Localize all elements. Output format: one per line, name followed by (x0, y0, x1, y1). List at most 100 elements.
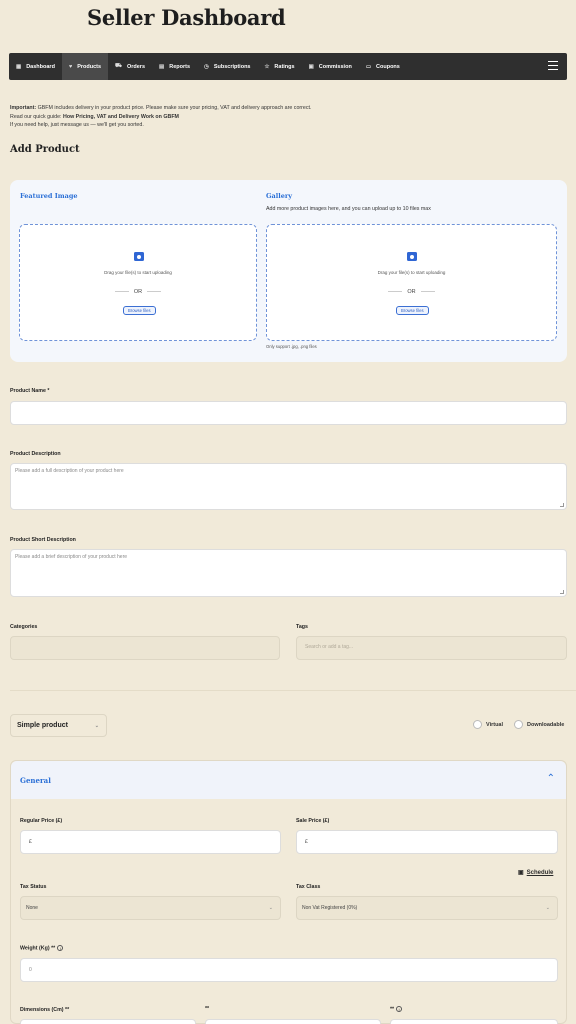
regular-price-value: £ (29, 839, 32, 845)
chevron-down-icon: ⌄ (268, 905, 273, 911)
featured-image-label: Featured Image (20, 192, 78, 200)
downloadable-label: Downloadable (527, 721, 565, 728)
schedule-label: Schedule (526, 870, 554, 876)
nav-item-products[interactable]: ♥ Products (61, 53, 109, 80)
info-icon[interactable]: i (396, 1006, 403, 1012)
tax-class-select[interactable]: Non Vat Registered (0%) ⌄ (296, 896, 558, 920)
virtual-checkbox[interactable]: Virtual (473, 720, 503, 729)
tax-status-value: None (26, 905, 38, 911)
virtual-checkbox-box[interactable] (473, 720, 482, 729)
notice-line-3: If you need help, just message us — we'l… (10, 122, 144, 128)
info-icon[interactable]: i (57, 945, 64, 951)
nav-item-label: Dashboard (26, 63, 55, 70)
guide-link[interactable]: How Pricing, VAT and Delivery Work on GB… (63, 114, 179, 120)
featured-image-dropzone[interactable]: Drag your file(s) to start uploading OR … (19, 224, 257, 341)
gallery-drag-text: Drag your file(s) to start uploading (377, 270, 446, 275)
tags-input[interactable]: Search or add a tag... (296, 636, 567, 660)
refresh-icon: ◷ (204, 63, 209, 70)
general-panel: General ⌃ Regular Price (£) £ Sale Price… (10, 760, 567, 1024)
product-name-input[interactable] (10, 401, 567, 425)
nav-item-commission[interactable]: ▣ Commission (302, 53, 359, 80)
pricing-notice: Important: GBFM includes delivery in you… (10, 104, 311, 130)
gallery-browse-button[interactable]: Browse files (396, 306, 429, 315)
weight-placeholder: 0 (29, 967, 32, 973)
virtual-label: Virtual (486, 721, 504, 728)
nav-item-label: Orders (126, 63, 146, 70)
description-placeholder: Please add a full description of your pr… (15, 468, 124, 474)
sale-price-input[interactable]: £ (296, 830, 558, 854)
downloadable-checkbox-box[interactable] (514, 720, 523, 729)
categories-select[interactable] (10, 636, 280, 660)
tax-status-select[interactable]: None ⌄ (20, 896, 281, 920)
short-description-textarea[interactable]: Please add a brief description of your p… (10, 549, 567, 597)
cart-icon: ⛟ (115, 63, 122, 69)
notice-line-1: GBFM includes delivery in your product p… (36, 105, 312, 111)
schedule-link[interactable]: ▣ Schedule (518, 869, 553, 876)
media-upload-card: Featured Image Drag your file(s) to star… (10, 180, 567, 362)
general-panel-header[interactable]: General ⌃ (11, 761, 566, 799)
upload-folder-icon (407, 252, 417, 261)
chevron-down-icon: ⌄ (545, 905, 550, 911)
product-description-label: Product Description (10, 451, 61, 457)
document-icon: ▤ (159, 63, 165, 70)
weight-input[interactable]: 0 (20, 958, 558, 982)
nav-item-reports[interactable]: ▤ Reports (152, 53, 197, 80)
sale-price-label: Sale Price (£) (296, 818, 330, 824)
nav-item-subscriptions[interactable]: ◷ Subscriptions (197, 53, 257, 80)
nav-item-dashboard[interactable]: ▦ Dashboard (9, 53, 62, 80)
gallery-dropzone[interactable]: Drag your file(s) to start uploading OR … (266, 224, 557, 341)
notice-line-2: Read our quick guide: (10, 113, 64, 120)
sale-price-value: £ (305, 839, 308, 845)
length-input[interactable] (20, 1019, 196, 1024)
product-type-select[interactable]: Simple product ⌄ (10, 714, 107, 737)
product-type-value: Simple product (17, 722, 68, 729)
calendar-icon: ▣ (518, 870, 524, 876)
regular-price-input[interactable]: £ (20, 830, 281, 854)
menu-icon[interactable] (548, 61, 558, 73)
tags-placeholder: Search or add a tag... (305, 644, 354, 650)
nav-item-label: Reports (169, 63, 190, 70)
nav-item-coupons[interactable]: ▭ Coupons (359, 53, 407, 80)
general-title: General (20, 776, 51, 785)
height-label-text: ** (390, 1006, 395, 1013)
weight-label: Weight (Kg) ** i (20, 945, 64, 951)
main-navigation: ▦ Dashboard ♥ Products ⛟ Orders ▤ Reports ◷ S… (9, 53, 567, 80)
page-title: Seller Dashboard (87, 5, 286, 30)
grid-icon: ▦ (16, 63, 22, 70)
chevron-down-icon: ⌄ (94, 722, 99, 729)
add-product-heading: Add Product (10, 144, 80, 155)
featured-or-divider: OR (20, 289, 256, 295)
tax-status-label: Tax Status (20, 884, 47, 890)
star-icon: ☆ (264, 63, 270, 70)
product-description-textarea[interactable]: Please add a full description of your pr… (10, 463, 567, 510)
nav-item-ratings[interactable]: ☆ Ratings (257, 53, 301, 80)
resize-handle-icon[interactable] (560, 503, 564, 507)
ticket-icon: ▭ (365, 63, 372, 70)
product-name-label: Product Name * (10, 388, 50, 394)
nav-item-label: Coupons (376, 63, 400, 70)
short-description-label: Product Short Description (10, 537, 76, 543)
regular-price-label: Regular Price (£) (20, 818, 63, 824)
nav-item-label: Products (77, 63, 102, 70)
width-input[interactable] (205, 1019, 381, 1024)
chevron-up-icon[interactable]: ⌃ (547, 773, 555, 784)
nav-item-label: Subscriptions (213, 63, 251, 70)
nav-item-orders[interactable]: ⛟ Orders (108, 53, 152, 80)
featured-drag-text: Drag your file(s) to start uploading (104, 270, 172, 275)
calculator-icon: ▣ (308, 63, 314, 70)
gallery-label: Gallery (266, 192, 293, 200)
tax-class-value: Non Vat Registered (0%) (302, 905, 358, 911)
featured-browse-button[interactable]: Browse files (123, 306, 156, 315)
nav-item-label: Ratings (274, 63, 295, 70)
height-input[interactable] (390, 1019, 558, 1024)
heart-icon: ♥ (68, 63, 73, 70)
resize-handle-icon[interactable] (560, 590, 564, 594)
file-type-note: Only support .jpg, .png files (266, 344, 317, 349)
upload-folder-icon (134, 252, 144, 261)
short-description-placeholder: Please add a brief description of your p… (15, 554, 128, 560)
dimensions-label: Dimensions (Cm) ** (20, 1007, 70, 1013)
downloadable-checkbox[interactable]: Downloadable (514, 720, 564, 729)
nav-item-label: Commission (318, 63, 352, 70)
section-divider (10, 690, 576, 691)
width-label: ** (205, 1006, 210, 1012)
